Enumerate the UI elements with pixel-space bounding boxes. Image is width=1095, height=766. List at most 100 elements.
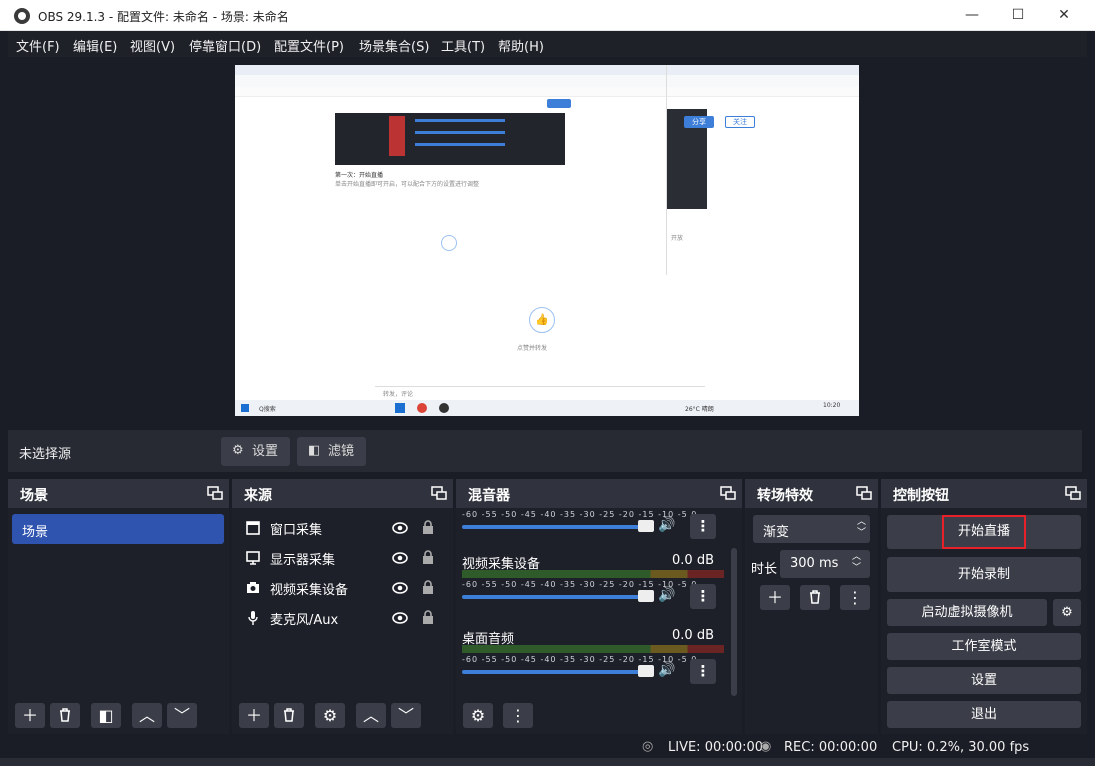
source-settings-button[interactable]: ⚙ 设置 <box>221 437 290 466</box>
mixer-menu-button[interactable]: ⋮ <box>503 703 533 728</box>
advanced-audio-button[interactable]: ⚙ <box>463 703 493 728</box>
captured-like-text: 点赞并转发 <box>517 345 548 352</box>
mixer-channel-video-capture: 视频采集设备 0.0 dB -60 -55 -50 -45 -40 -35 -3… <box>462 553 724 623</box>
studio-mode-button[interactable]: 工作室模式 <box>887 633 1081 660</box>
menu-docks[interactable]: 停靠窗口(D) <box>189 36 261 55</box>
menu-file[interactable]: 文件(F) <box>16 36 60 55</box>
start-streaming-button[interactable]: 开始直播 <box>887 515 1081 549</box>
eye-icon[interactable] <box>392 580 408 596</box>
add-scene-button[interactable]: ＋ <box>15 703 45 728</box>
gear-icon: ⚙ <box>1061 605 1073 620</box>
preview-area[interactable]: 第一次：开始直播 单击开始直播即可开启，可以配合下方的设置进行调整 分享 关注 … <box>8 57 1087 427</box>
source-item-window-capture[interactable]: 窗口采集 <box>240 513 450 543</box>
source-item-video-capture[interactable]: 视频采集设备 <box>240 573 450 603</box>
captured-obs-window <box>335 113 565 165</box>
settings-button[interactable]: 设置 <box>887 667 1081 694</box>
preview-capture: 第一次：开始直播 单击开始直播即可开启，可以配合下方的设置进行调整 分享 关注 … <box>235 65 859 416</box>
popout-icon[interactable] <box>207 486 223 500</box>
eye-icon[interactable] <box>392 550 408 566</box>
move-scene-down-button[interactable]: ﹀ <box>167 703 197 728</box>
menu-scene-collection[interactable]: 场景集合(S) <box>359 36 429 55</box>
transition-menu-button[interactable]: ⋮ <box>840 585 870 610</box>
meter-scale: -60 -55 -50 -45 -40 -35 -30 -25 -20 -15 … <box>462 510 698 519</box>
volume-slider-handle[interactable] <box>638 590 654 602</box>
speaker-icon[interactable]: 🔊 <box>658 517 676 535</box>
add-source-button[interactable]: ＋ <box>239 703 269 728</box>
popout-icon[interactable] <box>720 486 736 500</box>
scene-item[interactable]: 场景 <box>12 514 224 544</box>
start-recording-button[interactable]: 开始录制 <box>887 557 1081 592</box>
chevron-updown-icon: ︿ ﹀ <box>857 517 867 538</box>
volume-slider[interactable] <box>462 665 654 677</box>
mixer-scrollbar[interactable] <box>731 548 737 696</box>
maximize-button[interactable]: ☐ <box>995 0 1041 31</box>
gear-icon: ⚙ <box>322 706 338 725</box>
remove-source-button[interactable] <box>274 703 304 728</box>
menu-profile[interactable]: 配置文件(P) <box>274 36 344 55</box>
eye-icon[interactable] <box>392 520 408 536</box>
start-streaming-label: 开始直播 <box>941 515 1026 549</box>
sources-dock: 来源 窗口采集 显示器采集 视频采集设备 麦克风/Aux ＋ ⚙ ︿ ﹀ <box>232 479 453 734</box>
duration-spinbox[interactable]: 300 ms ︿ ﹀ <box>780 550 870 578</box>
move-source-up-button[interactable]: ︿ <box>356 703 386 728</box>
virtual-camera-settings-button[interactable]: ⚙ <box>1053 599 1081 626</box>
scene-filters-button[interactable]: ◧ <box>91 703 121 728</box>
scenes-title: 场景 <box>20 488 48 504</box>
captured-like-icon: 👍 <box>529 307 555 333</box>
lock-icon[interactable] <box>422 609 434 625</box>
spin-arrows-icon[interactable]: ︿ ﹀ <box>852 552 861 574</box>
transitions-title: 转场特效 <box>757 488 813 504</box>
source-filters-button[interactable]: ◧ 滤镜 <box>297 437 366 466</box>
captured-clock: 10:20 <box>823 402 841 409</box>
popout-icon[interactable] <box>1065 486 1081 500</box>
live-timer: LIVE: 00:00:00 <box>668 740 764 755</box>
move-scene-up-button[interactable]: ︿ <box>132 703 162 728</box>
move-source-down-button[interactable]: ﹀ <box>391 703 421 728</box>
speaker-icon[interactable]: 🔊 <box>658 587 676 605</box>
channel-menu-button[interactable]: ⋮ <box>690 514 716 539</box>
status-bar: ◎ LIVE: 00:00:00 ◉ REC: 00:00:00 CPU: 0.… <box>0 736 1095 760</box>
source-properties-button[interactable]: ⚙ <box>315 703 345 728</box>
volume-slider[interactable] <box>462 590 654 602</box>
speaker-icon[interactable]: 🔊 <box>658 662 676 680</box>
menu-edit[interactable]: 编辑(E) <box>73 36 117 55</box>
duration-value: 300 ms <box>790 556 839 571</box>
volume-slider-handle[interactable] <box>638 665 654 677</box>
camera-icon <box>247 582 259 593</box>
minimize-button[interactable]: — <box>949 0 995 31</box>
captured-share-button: 分享 <box>684 116 714 128</box>
remove-scene-button[interactable] <box>50 703 80 728</box>
menu-tools[interactable]: 工具(T) <box>441 36 485 55</box>
popout-icon[interactable] <box>431 486 447 500</box>
microphone-icon <box>248 611 258 625</box>
captured-start-icon <box>241 404 249 412</box>
trash-icon <box>810 590 820 604</box>
window-icon <box>246 521 260 535</box>
meter-scale: -60 -55 -50 -45 -40 -35 -30 -25 -20 -15 … <box>462 580 698 589</box>
add-transition-button[interactable]: ＋ <box>760 585 790 610</box>
channel-menu-button[interactable]: ⋮ <box>690 584 716 609</box>
volume-slider-handle[interactable] <box>638 520 654 532</box>
remove-transition-button[interactable] <box>800 585 830 610</box>
channel-menu-button[interactable]: ⋮ <box>690 659 716 684</box>
source-filters-label: 滤镜 <box>328 444 355 459</box>
source-item-display-capture[interactable]: 显示器采集 <box>240 543 450 573</box>
source-name: 窗口采集 <box>270 523 323 538</box>
eye-icon[interactable] <box>392 610 408 626</box>
lock-icon[interactable] <box>422 519 434 535</box>
transition-select[interactable]: 渐变 ︿ ﹀ <box>753 515 870 543</box>
controls-title: 控制按钮 <box>893 488 949 504</box>
lock-icon[interactable] <box>422 549 434 565</box>
source-item-microphone[interactable]: 麦克风/Aux <box>240 603 450 633</box>
popout-icon[interactable] <box>856 486 872 500</box>
start-virtual-camera-button[interactable]: 启动虚拟摄像机 <box>887 599 1047 626</box>
sources-title: 来源 <box>244 488 272 504</box>
background-window-strip <box>0 758 1095 766</box>
lock-icon[interactable] <box>422 579 434 595</box>
menu-view[interactable]: 视图(V) <box>130 36 175 55</box>
volume-slider[interactable] <box>462 520 654 532</box>
close-button[interactable]: ✕ <box>1041 0 1087 31</box>
menu-help[interactable]: 帮助(H) <box>498 36 544 55</box>
monitor-icon <box>246 551 260 565</box>
exit-button[interactable]: 退出 <box>887 701 1081 728</box>
